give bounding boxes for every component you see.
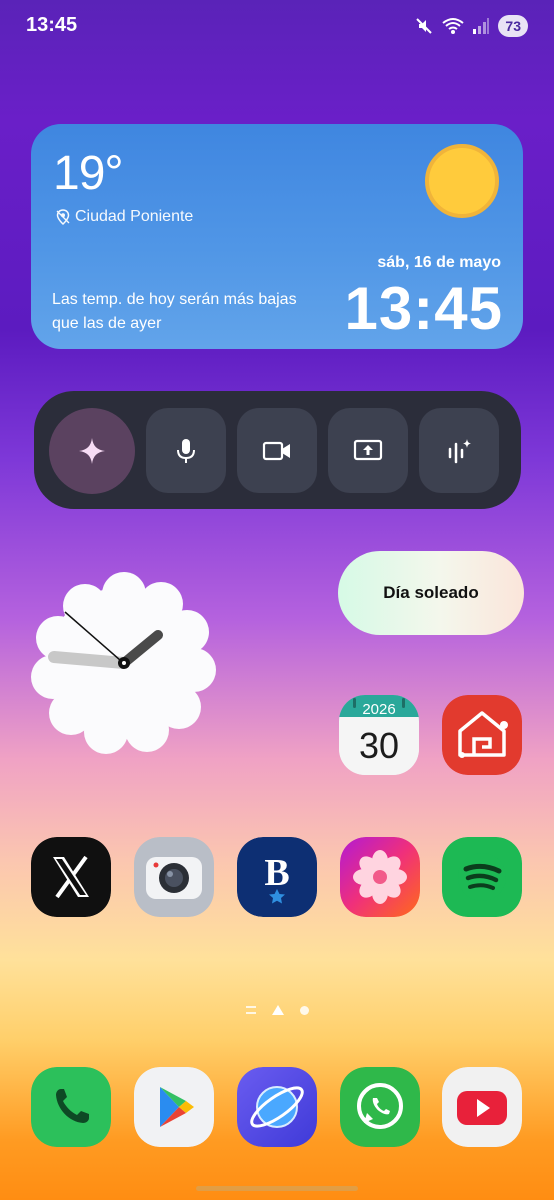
sun-icon (425, 144, 499, 218)
analog-clock-widget[interactable] (31, 570, 217, 756)
mute-icon (416, 18, 433, 34)
sparkle-icon (79, 438, 105, 464)
menu-page-icon[interactable] (245, 1006, 256, 1014)
svg-text:B: B (264, 852, 289, 894)
signal-icon (473, 18, 490, 34)
wifi-icon (442, 18, 465, 34)
phone-app-icon[interactable] (31, 1067, 111, 1147)
page-indicator[interactable] (0, 1000, 554, 1020)
video-button[interactable] (237, 408, 317, 493)
weather-clock-time: 13:45 (344, 275, 503, 342)
smart-home-app-icon[interactable] (442, 695, 522, 775)
sparkle-button[interactable] (49, 408, 135, 494)
voice-wave-icon (448, 438, 471, 463)
weather-temperature: 19° (53, 147, 124, 200)
calendar-day: 30 (359, 725, 399, 766)
status-icons: 73 (414, 14, 528, 38)
weather-date: sáb, 16 de mayo (377, 254, 501, 271)
browser-app-icon[interactable] (237, 1067, 317, 1147)
weather-condition-pill[interactable]: Día soleado (338, 551, 524, 635)
page-dot[interactable] (299, 1005, 309, 1015)
weather-condition-label: Día soleado (383, 583, 479, 602)
x-app-icon[interactable] (31, 837, 111, 917)
weather-location: Ciudad Poniente (55, 208, 193, 226)
ai-toolbar-widget (34, 391, 521, 509)
camera-app-icon[interactable] (134, 837, 214, 917)
weather-description: Las temp. de hoy serán más bajas que las… (52, 291, 297, 332)
home-page-icon[interactable] (271, 1005, 284, 1015)
photos-app-icon[interactable] (340, 837, 420, 917)
microphone-icon (177, 438, 195, 463)
weather-widget[interactable]: 19° Ciudad Poniente sáb, 16 de mayo 13:4… (31, 124, 523, 349)
b-news-app-icon[interactable]: B (237, 837, 317, 917)
whatsapp-app-icon[interactable] (340, 1067, 420, 1147)
status-time: 13:45 (26, 14, 78, 36)
spotify-app-icon[interactable] (442, 837, 522, 917)
screen-share-button[interactable] (328, 408, 408, 493)
calendar-app-icon[interactable]: 2026 30 (339, 695, 419, 775)
weather-location-label: Ciudad Poniente (75, 208, 194, 225)
video-icon (262, 441, 290, 460)
hour-hand (48, 651, 130, 669)
status-bar: 13:45 73 (0, 0, 554, 52)
calendar-year: 2026 (362, 701, 395, 718)
voice-wave-button[interactable] (419, 408, 499, 493)
gesture-handle[interactable] (196, 1186, 358, 1191)
microphone-button[interactable] (146, 408, 226, 493)
youtube-app-icon[interactable] (442, 1067, 522, 1147)
battery-icon: 73 (498, 15, 528, 37)
play-store-app-icon[interactable] (134, 1067, 214, 1147)
screen-share-icon (353, 439, 383, 460)
location-icon (56, 209, 70, 225)
